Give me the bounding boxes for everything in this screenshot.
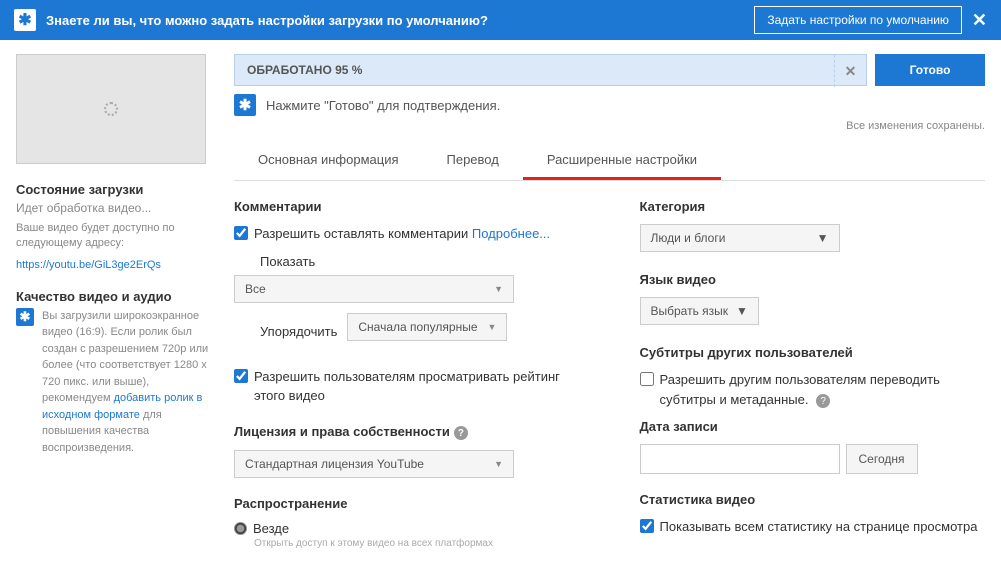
- show-stats-checkbox[interactable]: Показывать всем статистику на странице п…: [640, 517, 986, 537]
- category-select[interactable]: Люди и блоги▼: [640, 224, 840, 252]
- sidebar: Состояние загрузки Идет обработка видео.…: [16, 54, 216, 567]
- video-url-link[interactable]: https://youtu.be/GiL3ge2ErQs: [16, 259, 161, 271]
- star-icon: ✱: [14, 9, 36, 31]
- help-icon[interactable]: ?: [816, 394, 830, 408]
- save-status: Все изменения сохранены.: [234, 120, 985, 132]
- distribution-everywhere-radio[interactable]: Везде: [234, 521, 580, 536]
- left-column: Комментарии Разрешить оставлять коммента…: [234, 199, 580, 567]
- close-icon[interactable]: ✕: [972, 10, 987, 31]
- progress-bar: ОБРАБОТАНО 95 % ✕: [234, 54, 867, 86]
- cancel-upload-icon[interactable]: ✕: [834, 55, 866, 87]
- upload-status-heading: Состояние загрузки: [16, 182, 216, 197]
- loading-icon: [104, 102, 118, 116]
- sort-label: Упорядочить: [260, 324, 337, 339]
- allow-subtitles-checkbox[interactable]: Разрешить другим пользователям переводит…: [640, 370, 986, 409]
- done-button[interactable]: Готово: [875, 54, 985, 86]
- video-url-label: Ваше видео будет доступно по следующему …: [16, 221, 216, 252]
- distribution-heading: Распространение: [234, 496, 580, 511]
- chevron-down-icon: ▼: [494, 284, 503, 294]
- right-column: Категория Люди и блоги▼ Язык видео Выбра…: [640, 199, 986, 567]
- today-button[interactable]: Сегодня: [846, 444, 918, 474]
- upload-status-text: Идет обработка видео...: [16, 201, 216, 215]
- tab-translation[interactable]: Перевод: [423, 142, 523, 180]
- license-select[interactable]: Стандартная лицензия YouTube▼: [234, 450, 514, 478]
- show-select[interactable]: Все▼: [234, 275, 514, 303]
- tabs: Основная информация Перевод Расширенные …: [234, 142, 985, 181]
- subtitles-heading: Субтитры других пользователей: [640, 345, 986, 360]
- stats-heading: Статистика видео: [640, 492, 986, 507]
- category-heading: Категория: [640, 199, 986, 214]
- quality-description: Вы загрузили широкоэкранное видео (16:9)…: [42, 308, 216, 457]
- chevron-down-icon: ▼: [817, 231, 829, 245]
- quality-heading: Качество видео и аудио: [16, 289, 216, 304]
- chevron-down-icon: ▼: [736, 304, 748, 318]
- help-icon[interactable]: ?: [454, 426, 468, 440]
- show-label: Показать: [260, 254, 580, 269]
- allow-comments-checkbox[interactable]: Разрешить оставлять комментарии Подробне…: [234, 224, 580, 244]
- tab-advanced[interactable]: Расширенные настройки: [523, 142, 721, 180]
- info-banner: ✱ Знаете ли вы, что можно задать настрой…: [0, 0, 1001, 40]
- allow-rating-checkbox[interactable]: Разрешить пользователям просматривать ре…: [234, 367, 580, 406]
- language-heading: Язык видео: [640, 272, 986, 287]
- star-icon: ✱: [16, 308, 34, 326]
- instruction-text: Нажмите "Готово" для подтверждения.: [266, 98, 985, 113]
- sort-select[interactable]: Сначала популярные▼: [347, 313, 507, 341]
- learn-more-link[interactable]: Подробнее...: [472, 226, 550, 241]
- distribution-description: Открыть доступ к этому видео на всех пла…: [254, 538, 580, 549]
- main-panel: ОБРАБОТАНО 95 % ✕ Готово ✱ Нажмите "Гото…: [234, 54, 985, 567]
- set-defaults-button[interactable]: Задать настройки по умолчанию: [754, 6, 962, 34]
- chevron-down-icon: ▼: [487, 322, 496, 332]
- video-thumbnail: [16, 54, 206, 164]
- tab-basic-info[interactable]: Основная информация: [234, 142, 423, 180]
- star-icon: ✱: [234, 94, 256, 116]
- chevron-down-icon: ▼: [494, 459, 503, 469]
- recording-date-heading: Дата записи: [640, 419, 986, 434]
- language-select[interactable]: Выбрать язык▼: [640, 297, 759, 325]
- license-heading: Лицензия и права собственности?: [234, 424, 580, 441]
- banner-message: Знаете ли вы, что можно задать настройки…: [46, 13, 754, 28]
- recording-date-input[interactable]: [640, 444, 840, 474]
- comments-heading: Комментарии: [234, 199, 580, 214]
